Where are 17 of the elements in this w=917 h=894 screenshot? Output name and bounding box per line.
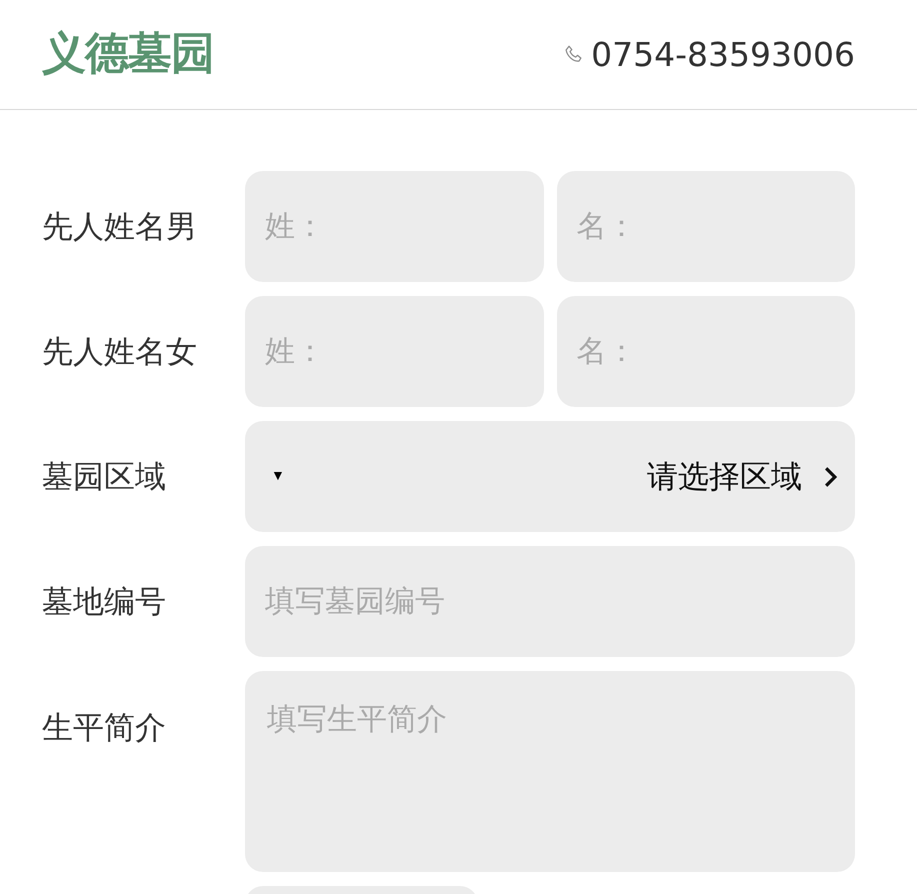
area-select[interactable]: ▼ 请选择区域 — [245, 421, 855, 532]
select-value: 请选择区域 — [647, 458, 802, 496]
field-label: 生平简介 — [42, 709, 167, 747]
text-area[interactable]: 填写生平简介 — [245, 671, 855, 872]
input-field[interactable]: 名： — [556, 171, 855, 282]
input-field[interactable]: 姓： — [245, 296, 544, 407]
field-label: 墓地编号 — [42, 582, 167, 620]
dropdown-marker: ▼ — [271, 468, 285, 484]
input-field[interactable]: 填写墓园编号 — [245, 546, 855, 657]
field-label: 先人姓名男 — [42, 208, 198, 246]
chevron-right-icon — [824, 466, 837, 488]
logo: 义德墓园 — [42, 27, 214, 81]
field-label: 墓园区域 — [42, 458, 167, 496]
input-field[interactable]: 姓： — [245, 171, 544, 282]
phone-number[interactable]: 0754-83593006 — [591, 35, 855, 74]
field-label: 先人姓名女 — [42, 332, 198, 370]
input-field[interactable]: 名： — [556, 296, 855, 407]
